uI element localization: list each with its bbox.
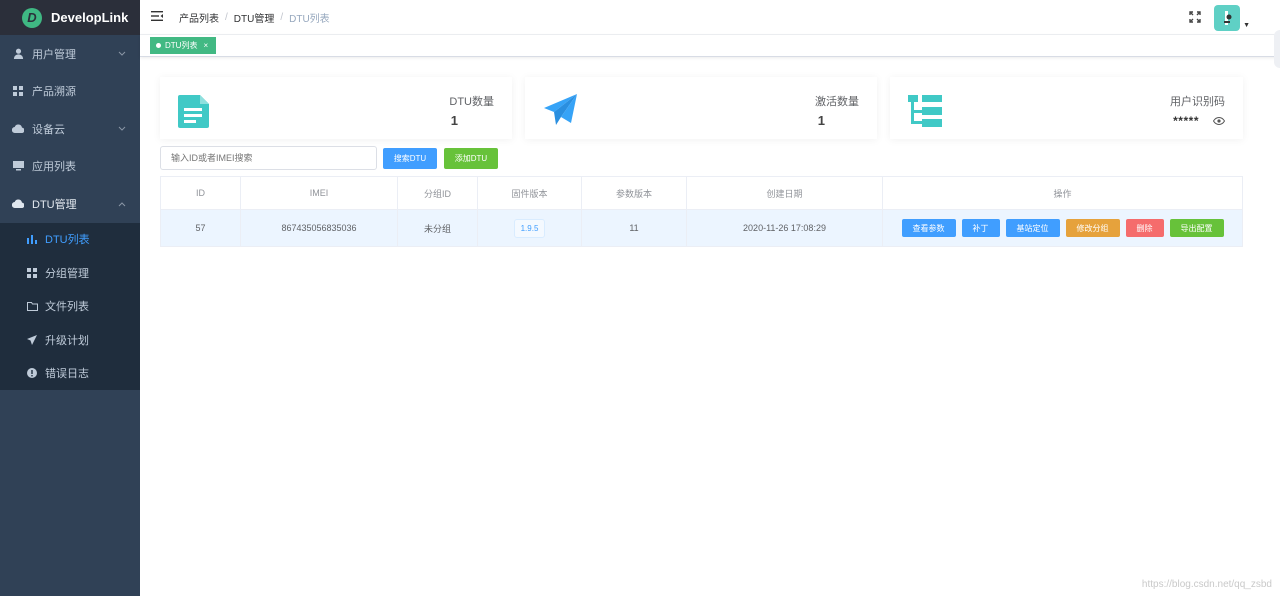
caret-down-icon: ▼ [1243, 22, 1250, 29]
cell-id: 57 [160, 209, 241, 247]
sidebar-item-label: 错误日志 [45, 368, 89, 381]
grid-icon [12, 85, 24, 97]
column-header-param[interactable]: 参数版本 [581, 176, 687, 210]
grid-icon [26, 267, 38, 279]
chevron-up-icon [118, 199, 126, 209]
tag-dtu-list[interactable]: DTU列表 × [150, 37, 217, 54]
add-dtu-button[interactable]: 添加DTU [444, 148, 498, 169]
column-header-actions: 操作 [882, 176, 1243, 210]
breadcrumb-item-dtu-list: DTU列表 [289, 13, 330, 25]
bar-chart-icon [26, 233, 38, 245]
cell-actions: 查看参数 补丁 基站定位 修改分组 删除 导出配置 [882, 209, 1243, 247]
sidebar-item-product-trace[interactable]: 产品溯源 [0, 73, 140, 111]
edit-group-button[interactable]: 修改分组 [1065, 219, 1120, 237]
fullscreen-icon[interactable] [1189, 10, 1201, 26]
card-label: 用户识别码 [1170, 96, 1225, 108]
sidebar-item-label: 用户管理 [32, 48, 76, 61]
close-icon[interactable]: × [203, 41, 208, 50]
sidebar-item-label: 应用列表 [32, 161, 76, 174]
table-header-row: ID IMEI 分组ID 固件版本 参数版本 创建日期 操作 [160, 176, 1243, 210]
card-dtu-count: DTU数量 1 [160, 77, 512, 139]
navbar-right: ▼ [1189, 5, 1250, 31]
send-icon [26, 334, 38, 346]
logo[interactable]: D DevelopLink [0, 0, 140, 35]
tags-view: DTU列表 × [140, 35, 1280, 57]
sidebar-item-label: DTU列表 [45, 234, 90, 247]
tree-icon [908, 95, 944, 132]
breadcrumb-separator: / [280, 11, 284, 23]
sidebar-item-label: 升级计划 [45, 334, 89, 347]
dtu-table: ID IMEI 分组ID 固件版本 参数版本 创建日期 操作 57 867435… [160, 176, 1243, 247]
active-dot-icon [156, 43, 161, 48]
card-value: 1 [817, 113, 825, 128]
table-row[interactable]: 57 867435056835036 未分组 1.9.5 11 2020-11-… [160, 209, 1243, 247]
column-header-id[interactable]: ID [160, 176, 241, 210]
folder-icon [26, 300, 38, 312]
sidebar-item-label: 设备云 [32, 123, 65, 136]
delete-button[interactable]: 删除 [1125, 219, 1164, 237]
sidebar-item-user-management[interactable]: 用户管理 [0, 35, 140, 73]
document-icon [178, 95, 211, 131]
cloud-icon [12, 198, 24, 210]
watermark: https://blog.csdn.net/qq_zsbd [1141, 579, 1272, 590]
sidebar-item-error-log[interactable]: 错误日志 [0, 357, 140, 391]
firmware-tag: 1.9.5 [513, 218, 546, 238]
breadcrumb: 产品列表 / DTU管理 / DTU列表 [179, 10, 330, 25]
card-label: DTU数量 [449, 96, 494, 108]
column-header-imei[interactable]: IMEI [240, 176, 398, 210]
hamburger-icon[interactable] [151, 10, 163, 24]
column-header-group[interactable]: 分组ID [397, 176, 478, 210]
avatar[interactable]: ▼ [1214, 5, 1250, 31]
sidebar-item-upgrade-plan[interactable]: 升级计划 [0, 323, 140, 357]
card-user-code: 用户识别码 ***** [890, 77, 1243, 139]
tag-label: DTU列表 [165, 41, 198, 50]
sidebar-item-label: DTU管理 [32, 198, 77, 211]
cell-param: 11 [581, 209, 687, 247]
sidebar-item-dtu-list[interactable]: DTU列表 [0, 223, 140, 257]
column-header-created[interactable]: 创建日期 [686, 176, 883, 210]
cloud-icon [12, 123, 24, 135]
eye-icon[interactable] [1212, 114, 1226, 128]
card-value: 1 [450, 113, 458, 128]
dtu-submenu: DTU列表 分组管理 文件列表 升级计划 错误日志 [0, 222, 140, 391]
column-header-firmware[interactable]: 固件版本 [477, 176, 582, 210]
card-label: 激活数量 [815, 96, 859, 108]
user-icon [12, 48, 24, 60]
export-config-button[interactable]: 导出配置 [1169, 219, 1224, 237]
search-input[interactable] [160, 146, 377, 170]
breadcrumb-separator: / [225, 11, 228, 23]
cell-created: 2020-11-26 17:08:29 [686, 209, 883, 247]
search-dtu-button[interactable]: 搜索DTU [383, 148, 437, 169]
chevron-down-icon [118, 49, 126, 59]
paper-plane-icon [543, 93, 579, 130]
sidebar-item-dtu-management[interactable]: DTU管理 [0, 185, 140, 223]
sidebar: D DevelopLink 用户管理 产品溯源 设备云 应用列表 DTU管理 D… [0, 0, 140, 596]
alert-icon [26, 367, 38, 379]
breadcrumb-item-dtu-management[interactable]: DTU管理 [234, 10, 275, 25]
base-station-locate-button[interactable]: 基站定位 [1005, 219, 1060, 237]
navbar: 产品列表 / DTU管理 / DTU列表 ▼ [140, 0, 1280, 35]
monitor-icon [12, 160, 24, 172]
chevron-down-icon [118, 124, 126, 134]
sidebar-item-app-list[interactable]: 应用列表 [0, 148, 140, 186]
cell-firmware: 1.9.5 [477, 209, 582, 247]
breadcrumb-item-product-list[interactable]: 产品列表 [179, 10, 219, 25]
cell-imei: 867435056835036 [240, 209, 398, 247]
app-name: DevelopLink [51, 10, 129, 25]
sidebar-item-group-management[interactable]: 分组管理 [0, 256, 140, 290]
card-active-count: 激活数量 1 [525, 77, 877, 139]
sidebar-item-label: 产品溯源 [32, 86, 76, 99]
settings-handle[interactable] [1274, 30, 1280, 68]
logo-icon: D [22, 7, 42, 28]
view-params-button[interactable]: 查看参数 [901, 219, 956, 237]
cell-group: 未分组 [397, 209, 478, 247]
patch-button[interactable]: 补丁 [961, 219, 1000, 237]
user-code-value: ***** [1173, 114, 1199, 128]
sidebar-item-device-cloud[interactable]: 设备云 [0, 110, 140, 148]
sidebar-item-file-list[interactable]: 文件列表 [0, 290, 140, 324]
sidebar-item-label: 文件列表 [45, 301, 89, 314]
sidebar-item-label: 分组管理 [45, 267, 89, 280]
